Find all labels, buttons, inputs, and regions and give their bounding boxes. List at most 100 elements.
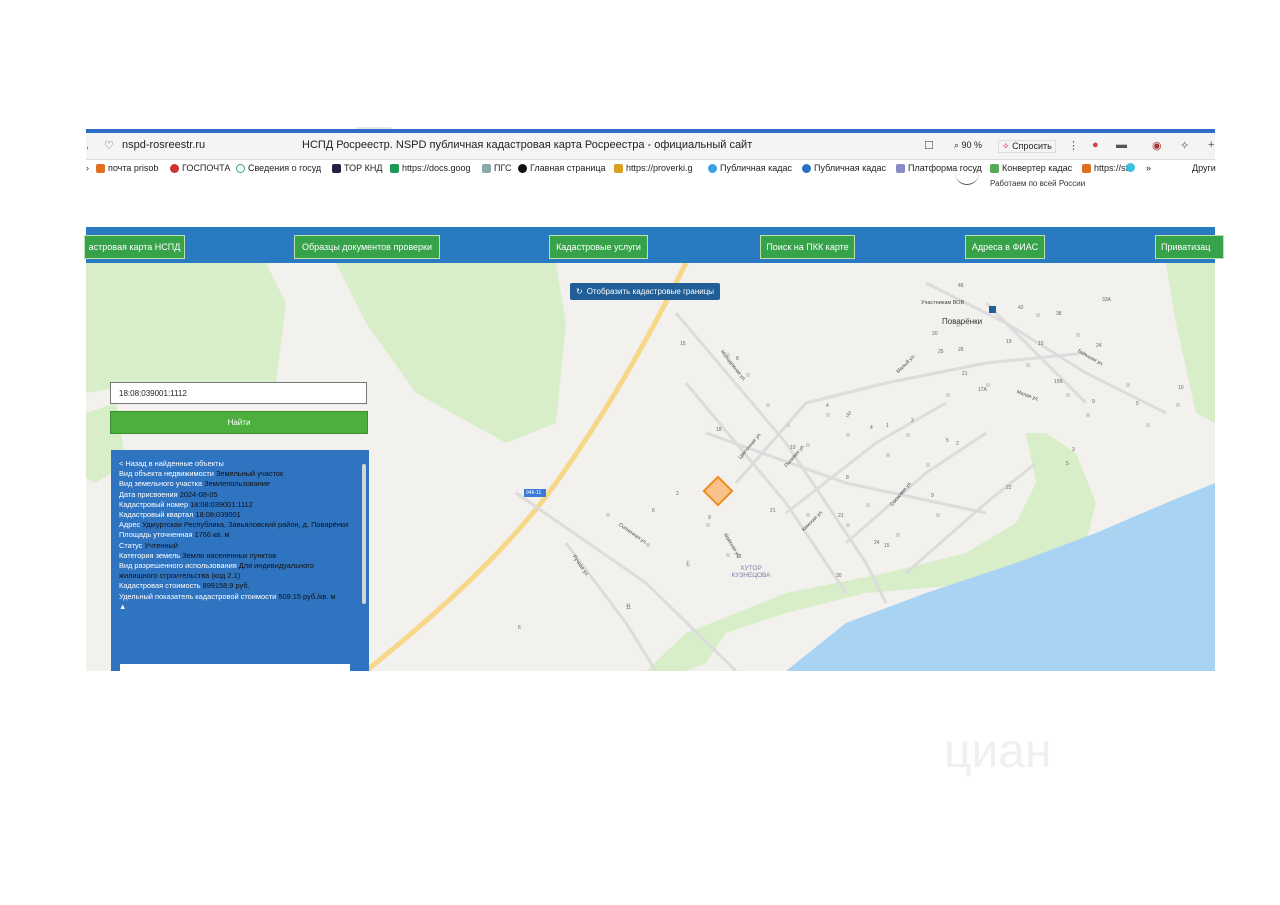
memorial-label: Участникам ВОВ (921, 300, 965, 306)
bookmarks-bar: › почта prisob ГОСПОЧТА Сведения о госуд… (86, 160, 1216, 178)
house-number: 10 (790, 445, 796, 451)
bookmark-item[interactable]: ГОСПОЧТА (170, 163, 230, 173)
bookmark-item[interactable]: ТОР КНД (332, 163, 382, 173)
docs-icon (390, 163, 399, 173)
extension-icon[interactable]: ● (1092, 139, 1099, 151)
bookmark-label: Публичная кадас (814, 163, 887, 173)
house-number: 38 (1056, 311, 1062, 317)
shield-icon[interactable]: ♡ (104, 139, 114, 152)
info-label: Удельный показатель кадастровой стоимост… (119, 591, 277, 601)
house-number: 15 (680, 341, 686, 347)
house-number: 46 (958, 283, 964, 289)
bookmark-label: почта prisob (108, 163, 159, 173)
house-number: 5 (1136, 401, 1139, 407)
info-row: Кадастровый номер 18:08:039001:1112 (119, 500, 351, 510)
bookmark-item[interactable]: Конвертер кадас (990, 163, 1072, 173)
forest-area (336, 263, 566, 443)
bookmark-item[interactable]: ПГС (482, 163, 511, 173)
info-value: Землепользование (204, 479, 271, 489)
bookmark-item[interactable]: › (86, 163, 89, 173)
house-number: 15Б (1054, 379, 1063, 385)
house-number: 9 (1092, 399, 1095, 405)
bookmark-item[interactable]: Публичная кадас (708, 163, 792, 173)
converter-icon (990, 163, 999, 173)
extension-icon-3[interactable]: ◉ (1152, 139, 1162, 152)
address-bar[interactable]: , ♡ nspd-rosreestr.ru НСПД Росреестр. NS… (86, 133, 1215, 160)
menu-icon[interactable]: + (1208, 139, 1214, 151)
info-row: Статус Учтенный (119, 541, 351, 551)
house-number: 10 (1178, 385, 1184, 391)
cadastral-search-input[interactable] (110, 382, 367, 404)
house-number: 9 (708, 515, 711, 521)
info-row: Категория земель Земли населенных пункто… (119, 551, 351, 561)
nav-button-fias[interactable]: Адреса в ФИАС (965, 235, 1045, 259)
bookmarks-overflow[interactable]: » (1146, 163, 1151, 173)
show-borders-button[interactable]: ↻ Отобразить кадастровые границы (570, 283, 721, 300)
page-title: НСПД Росреестр. NSPD публичная кадастров… (302, 139, 753, 151)
info-scrollbar[interactable] (361, 454, 367, 664)
more-icon[interactable]: ⋮ (1068, 139, 1079, 152)
other-bookmarks[interactable]: Други (1192, 163, 1216, 173)
ask-label: Спросить (1012, 141, 1052, 151)
house-number: 2 (956, 441, 959, 447)
info-label: Статус (119, 540, 143, 550)
bookmark-item[interactable]: почта prisob (96, 163, 158, 173)
house-number: 15 (1038, 341, 1044, 347)
info-label: Кадастровая стоимость (119, 581, 201, 591)
house-number: 24 (874, 540, 880, 546)
info-label: Вид земельного участка (119, 479, 203, 489)
scrollbar-thumb[interactable] (362, 464, 366, 604)
info-label: Вид разрешенного использования (119, 561, 237, 571)
bookmark-label: Публичная кадас (720, 163, 793, 173)
house-number: 18 (716, 427, 722, 433)
house-number: 3 (848, 411, 851, 417)
house-number: 25 (938, 349, 944, 355)
find-button[interactable]: Найти (110, 411, 368, 434)
ask-button[interactable]: ✧ Спросить (998, 140, 1056, 153)
info-footer (120, 664, 350, 671)
house-number: 21 (838, 513, 844, 519)
extension-icon-2[interactable]: ▬ (1116, 139, 1127, 151)
house-number: 17А (978, 387, 987, 393)
house-number: 42 (1018, 305, 1024, 311)
info-value: Учтенный (144, 540, 178, 550)
bookmark-item[interactable]: Публичная кадас (802, 163, 886, 173)
house-number: 8 (736, 356, 739, 362)
shield-icon (332, 163, 341, 173)
nav-button-privatization[interactable]: Приватизац (1155, 235, 1224, 259)
info-row: Удельный показатель кадастровой стоимост… (119, 592, 351, 602)
info-row: Кадастровый квартал 18:08:039001 (119, 510, 351, 520)
url-text[interactable]: nspd-rosreestr.ru (122, 139, 205, 151)
village-marker-icon (989, 306, 996, 313)
nav-arrow-icon[interactable]: , (86, 139, 89, 151)
bookmark-label: ГОСПОЧТА (182, 163, 231, 173)
watermark: циан (944, 725, 1052, 778)
nav-button-services[interactable]: Кадастровые услуги (549, 235, 648, 259)
nav-button-search[interactable]: Поиск на ПКК карте (760, 235, 855, 259)
bookmark-label: Сведения о госуд (248, 163, 322, 173)
selected-parcel[interactable] (702, 475, 734, 507)
info-label: Адрес (119, 520, 141, 530)
nav-button-map[interactable]: астровая карта НСПД (84, 235, 185, 259)
bookmark-item[interactable]: Главная страница (518, 163, 606, 173)
house-number: 19 (1006, 339, 1012, 345)
bookmark-item[interactable]: https://docs.goog (390, 163, 471, 173)
site-logo (955, 170, 979, 185)
back-link[interactable]: < Назад в найденные объекты (119, 459, 351, 469)
house-number: 1 (886, 423, 889, 429)
house-number: 22 (1006, 485, 1012, 491)
info-value: 18:08:039001:1112 (190, 499, 253, 509)
bookmark-item[interactable]: https://proverki.g (614, 163, 693, 173)
bookmark-label: Главная страница (530, 163, 606, 173)
puzzle-icon[interactable]: ✧ (1180, 139, 1189, 152)
bookmark-item[interactable] (1126, 163, 1135, 172)
bookmark-star-icon[interactable]: ☐ (924, 139, 934, 152)
info-value: Земли населенных пунктов (182, 550, 277, 560)
bookmark-item[interactable]: Сведения о госуд (236, 163, 321, 173)
nav-button-documents[interactable]: Образцы документов проверки (294, 235, 440, 259)
bookmark-item[interactable]: https://st (1082, 163, 1128, 173)
house-number: 3 (1072, 447, 1075, 453)
home-icon (518, 163, 527, 173)
zoom-level[interactable]: ⌕ 90 % (954, 140, 982, 151)
collapse-caret-icon[interactable]: ▲ (119, 602, 351, 612)
